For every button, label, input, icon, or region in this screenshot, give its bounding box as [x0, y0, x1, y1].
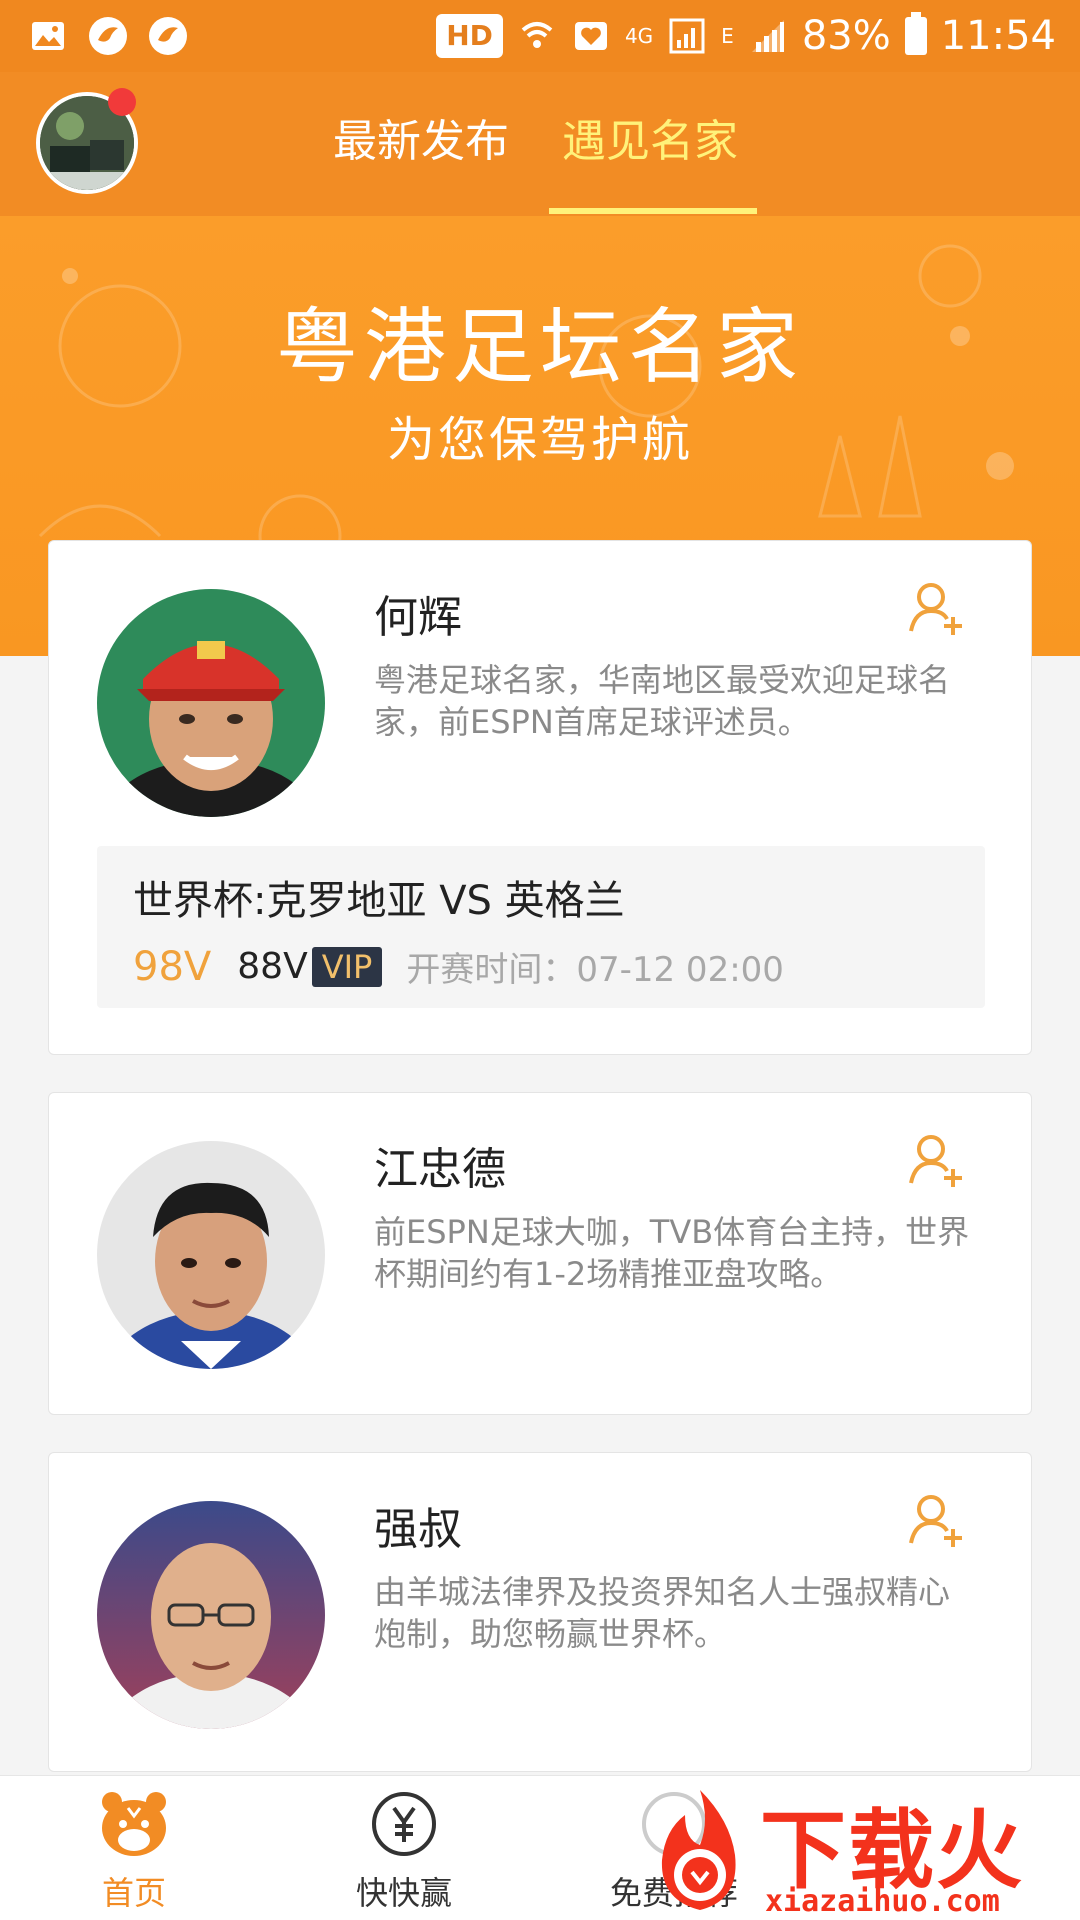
active-tab-indicator	[549, 208, 757, 214]
expert-name: 强叔	[374, 1504, 462, 1555]
expert-portrait	[97, 1501, 325, 1729]
add-user-icon	[909, 1495, 962, 1547]
bird-app-icon-2	[148, 16, 188, 56]
match-title: 世界杯:克罗地亚 VS 英格兰	[133, 878, 625, 924]
fire-logo-icon	[661, 1790, 736, 1910]
wifi-icon	[517, 16, 557, 56]
watermark: 下载火 xiazaihuo.com	[640, 1780, 1080, 1920]
follow-button[interactable]	[907, 1491, 967, 1551]
clock: 11:54	[940, 13, 1056, 59]
expert-card[interactable]: 何辉 粤港足球名家，华南地区最受欢迎足球名家，前ESPN首席足球评述员。 世界杯…	[48, 540, 1032, 1055]
nav-home-label: 首页	[101, 1874, 166, 1912]
top-nav: 最新发布 遇见名家	[0, 72, 1080, 216]
network-4g-label: 4G	[624, 24, 654, 48]
match-start-time: 开赛时间：07-12 02:00	[406, 950, 784, 990]
tab-latest[interactable]: 最新发布	[333, 112, 509, 172]
match-meta: 98V 88V VIP 开赛时间：07-12 02:00	[133, 942, 784, 991]
add-user-icon	[909, 583, 962, 635]
notification-dot	[108, 88, 136, 116]
expert-portrait	[97, 589, 325, 817]
add-user-icon	[909, 1135, 962, 1187]
tiger-icon	[98, 1788, 170, 1860]
follow-button[interactable]	[907, 1131, 967, 1191]
nav-quick-win[interactable]: 快快赢	[304, 1788, 504, 1914]
hd-badge: HD	[436, 14, 503, 58]
expert-description: 粤港足球名家，华南地区最受欢迎足球名家，前ESPN首席足球评述员。	[374, 661, 951, 741]
status-bar: HD 4G E 83% 11:54	[0, 0, 1080, 72]
match-item[interactable]: 世界杯:克罗地亚 VS 英格兰 98V 88V VIP 开赛时间：07-12 0…	[97, 846, 985, 1008]
nav-quick-win-label: 快快赢	[355, 1874, 452, 1912]
expert-card[interactable]: 江忠德 前ESPN足球大咖，TVB体育台主持，世界杯期间约有1-2场精推亚盘攻略…	[48, 1092, 1032, 1415]
user-avatar-button[interactable]	[36, 88, 138, 194]
status-indicators: HD 4G E 83% 11:54	[436, 12, 1056, 59]
vip-badge: VIP	[311, 946, 383, 987]
tab-masters[interactable]: 遇见名家	[562, 112, 738, 172]
expert-card[interactable]: 强叔 由羊城法律界及投资界知名人士强叔精心炮制，助您畅赢世界杯。	[48, 1452, 1032, 1772]
original-price: 98V	[133, 943, 212, 990]
network-e-label: E	[721, 24, 734, 48]
follow-button[interactable]	[907, 579, 967, 639]
battery-percent: 83%	[801, 13, 891, 59]
signal-icon	[667, 16, 707, 56]
yen-coin-icon	[368, 1788, 440, 1860]
expert-name: 何辉	[374, 592, 462, 643]
expert-description: 由羊城法律界及投资界知名人士强叔精心炮制，助您畅赢世界杯。	[374, 1573, 951, 1653]
banner-title: 粤港足坛名家	[275, 300, 804, 395]
bird-app-icon	[88, 16, 128, 56]
status-notifications	[28, 16, 188, 56]
banner-subtitle: 为您保驾护航	[386, 412, 693, 468]
nav-home[interactable]: 首页	[34, 1788, 234, 1914]
vip-price: 88V	[237, 946, 308, 987]
expert-portrait	[97, 1141, 325, 1369]
heart-icon	[571, 16, 611, 56]
expert-description: 前ESPN足球大咖，TVB体育台主持，世界杯期间约有1-2场精推亚盘攻略。	[374, 1213, 970, 1293]
gallery-icon	[28, 16, 68, 56]
watermark-url: xiazaihuo.com	[765, 1884, 1000, 1919]
expert-name: 江忠德	[374, 1144, 506, 1195]
battery-icon	[904, 12, 927, 55]
signal-bars-icon	[748, 16, 788, 56]
